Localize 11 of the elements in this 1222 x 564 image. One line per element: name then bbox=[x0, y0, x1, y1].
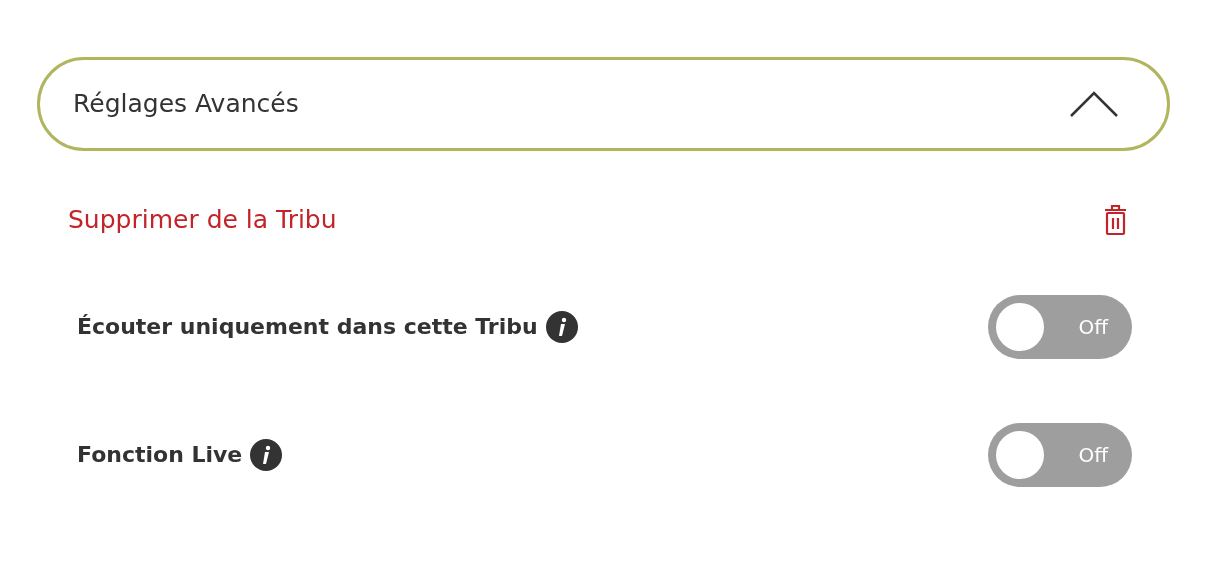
toggle-knob bbox=[996, 302, 1044, 351]
delete-link[interactable]: Supprimer de la Tribu bbox=[68, 201, 337, 239]
setting-label: Écouter uniquement dans cette Tribu bbox=[77, 313, 538, 341]
accordion-title: Réglages Avancés bbox=[73, 88, 299, 121]
accordion-header[interactable]: Réglages Avancés bbox=[37, 57, 1170, 151]
setting-label: Fonction Live bbox=[77, 441, 243, 469]
toggle-knob bbox=[996, 430, 1044, 479]
chevron-up-icon[interactable] bbox=[1069, 90, 1119, 118]
trash-icon[interactable] bbox=[1104, 203, 1127, 236]
info-icon[interactable] bbox=[545, 310, 578, 343]
info-icon[interactable] bbox=[250, 438, 283, 471]
